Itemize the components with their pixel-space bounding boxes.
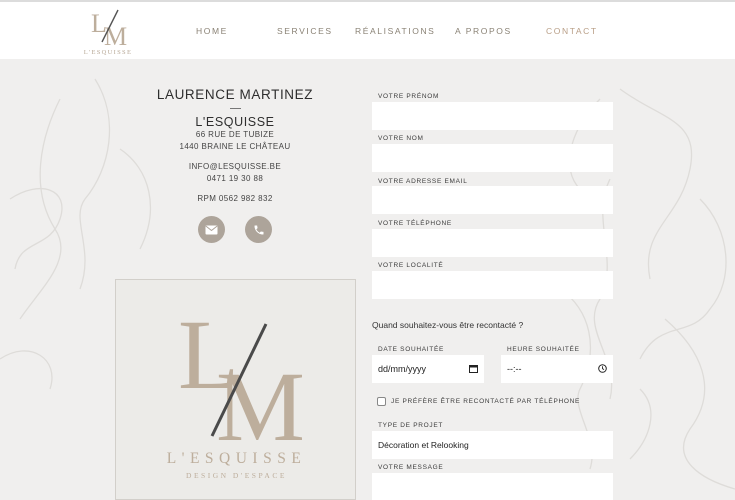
logo-card-brand: L'ESQUISSE: [166, 450, 307, 467]
brand-logo-card: L M L'ESQUISSE DESIGN D'ESPACE: [115, 279, 356, 500]
background-line-art: [0, 78, 735, 490]
email-label: VOTRE ADRESSE EMAIL: [378, 178, 468, 185]
date-placeholder: dd/mm/yyyy: [378, 364, 427, 374]
date-input[interactable]: dd/mm/yyyy: [372, 355, 484, 383]
phone-label: VOTRE TÉLÉPHONE: [378, 220, 452, 227]
nav-item-realisations[interactable]: RÉALISATIONS: [355, 26, 435, 36]
site-logo[interactable]: L M L'ESQUISSE: [78, 4, 138, 59]
large-logo-mark: L M: [178, 299, 305, 462]
locality-input[interactable]: [372, 271, 613, 299]
phone-preference-label: JE PRÉFÈRE ÊTRE RECONTACTÉ PAR TÉLÉPHONE: [391, 398, 581, 405]
message-label: VOTRE MESSAGE: [378, 464, 444, 471]
phone-preference-checkbox[interactable]: [377, 397, 386, 406]
project-type-label: TYPE DE PROJET: [378, 422, 444, 429]
nav-item-a-propos[interactable]: A PROPOS: [455, 26, 512, 36]
logo-card-tagline: DESIGN D'ESPACE: [186, 471, 287, 480]
locality-label: VOTRE LOCALITÉ: [378, 262, 444, 269]
phone-input[interactable]: [372, 229, 613, 257]
contact-info: LAURENCE MARTINEZ L'ESQUISSE 66 RUE DE T…: [115, 85, 355, 205]
address-city: 1440 BRAINE LE CHÂTEAU: [179, 142, 291, 151]
message-textarea[interactable]: [372, 473, 613, 500]
phone-button[interactable]: [245, 216, 272, 243]
calendar-icon[interactable]: [469, 364, 478, 375]
firstname-label: VOTRE PRÉNOM: [378, 93, 440, 100]
logo-mark-icon: L M: [91, 9, 127, 50]
time-input[interactable]: --:--: [501, 355, 613, 383]
contact-name: LAURENCE MARTINEZ: [156, 87, 314, 102]
rpm-number: RPM 0562 982 832: [197, 194, 273, 203]
site-header: L M L'ESQUISSE HOME SERVICES RÉALISATION…: [0, 2, 735, 59]
project-type-select[interactable]: Décoration et Relooking: [372, 431, 613, 459]
contact-email[interactable]: INFO@LESQUISSE.BE: [115, 161, 355, 173]
time-label: HEURE SOUHAITÉE: [507, 346, 580, 353]
phone-icon: [254, 225, 263, 234]
callback-question: Quand souhaitez-vous être recontacté ?: [372, 320, 524, 330]
nav-item-home[interactable]: HOME: [196, 26, 228, 36]
nav-item-services[interactable]: SERVICES: [277, 26, 333, 36]
company-name: L'ESQUISSE: [195, 115, 275, 129]
divider: [229, 108, 241, 109]
time-placeholder: --:--: [507, 364, 522, 374]
nav-item-contact[interactable]: CONTACT: [546, 26, 598, 36]
email-input[interactable]: [372, 186, 613, 214]
clock-icon[interactable]: [598, 363, 607, 375]
lastname-label: VOTRE NOM: [378, 135, 424, 142]
contact-phone[interactable]: 0471 19 30 88: [115, 173, 355, 185]
address-street: 66 RUE DE TUBIZE: [195, 130, 275, 139]
logo-text: L'ESQUISSE: [83, 49, 133, 56]
firstname-input[interactable]: [372, 102, 613, 130]
lastname-input[interactable]: [372, 144, 613, 172]
date-label: DATE SOUHAITÉE: [378, 346, 445, 353]
mail-icon: [205, 225, 218, 234]
email-button[interactable]: [198, 216, 225, 243]
svg-text:M: M: [104, 22, 127, 50]
